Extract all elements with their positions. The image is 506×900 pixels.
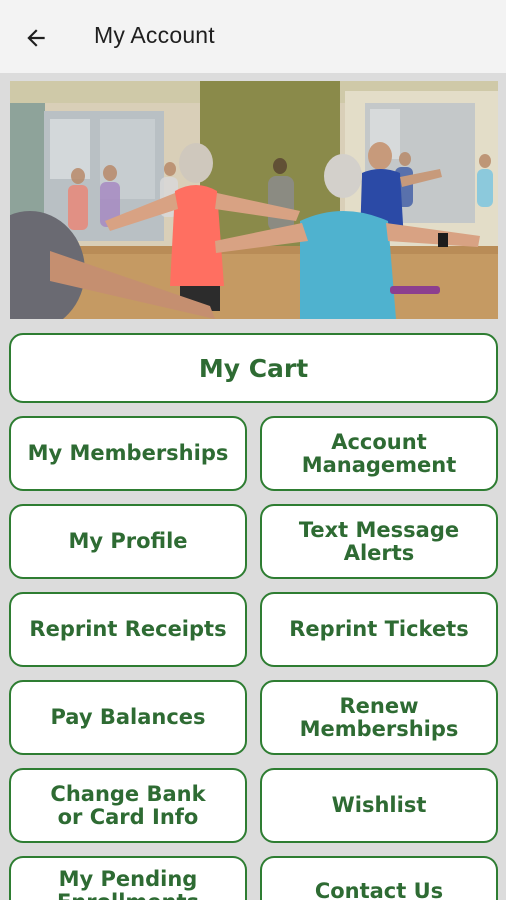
my-memberships-button[interactable]: My Memberships xyxy=(9,416,247,491)
app-bar: My Account xyxy=(0,0,506,73)
hero-image xyxy=(10,81,498,319)
wishlist-button[interactable]: Wishlist xyxy=(260,768,498,843)
reprint-tickets-button[interactable]: Reprint Tickets xyxy=(260,592,498,667)
change-bank-card-button[interactable]: Change Bank or Card Info xyxy=(9,768,247,843)
text-message-alerts-button[interactable]: Text Message Alerts xyxy=(260,504,498,579)
my-profile-button[interactable]: My Profile xyxy=(9,504,247,579)
back-button[interactable] xyxy=(18,20,54,56)
reprint-receipts-button[interactable]: Reprint Receipts xyxy=(9,592,247,667)
my-pending-enrollments-button[interactable]: My Pending Enrollments xyxy=(9,856,247,900)
my-cart-button[interactable]: My Cart xyxy=(9,333,498,403)
renew-memberships-button[interactable]: Renew Memberships xyxy=(260,680,498,755)
account-management-button[interactable]: Account Management xyxy=(260,416,498,491)
contact-us-button[interactable]: Contact Us xyxy=(260,856,498,900)
arrow-left-icon xyxy=(27,29,45,47)
pay-balances-button[interactable]: Pay Balances xyxy=(9,680,247,755)
page-title: My Account xyxy=(94,22,215,48)
